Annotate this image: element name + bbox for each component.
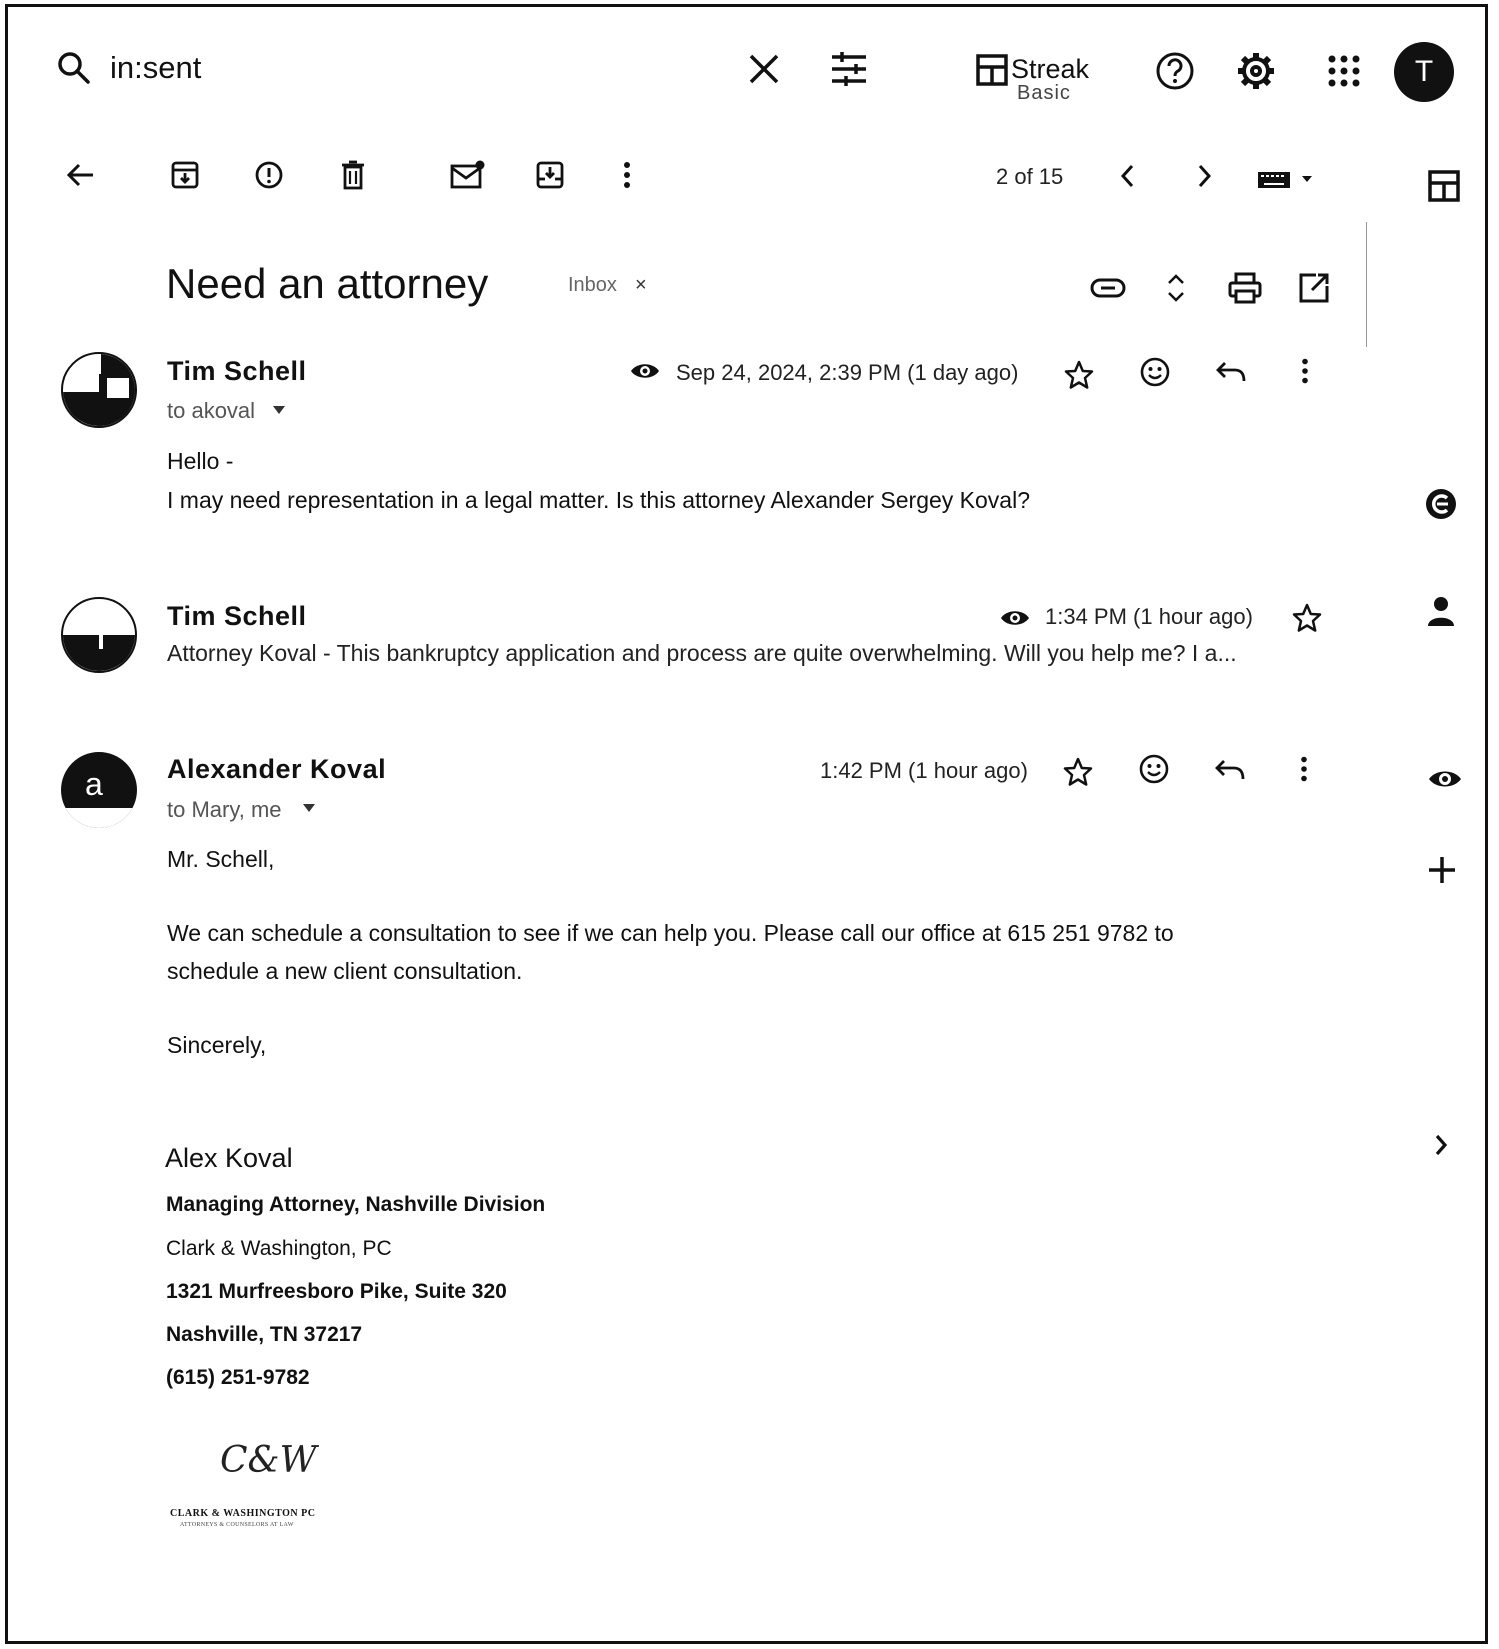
- streak-icon[interactable]: [976, 54, 1008, 86]
- chevron-down-icon[interactable]: [302, 803, 316, 813]
- open-new-window-icon[interactable]: [1298, 272, 1330, 304]
- message-body-line: I may need representation in a legal mat…: [167, 487, 1030, 513]
- trash-icon[interactable]: [340, 160, 366, 190]
- apps-grid-icon[interactable]: [1327, 54, 1361, 88]
- gmail-window: [5, 4, 1488, 1644]
- message-body-line: schedule a new client consultation.: [167, 958, 523, 984]
- more-vert-icon[interactable]: [622, 161, 632, 189]
- panel-divider: [1366, 222, 1367, 347]
- message-body-line: We can schedule a consultation to see if…: [167, 920, 1174, 946]
- account-avatar[interactable]: T: [1394, 42, 1454, 102]
- streak-panel-icon[interactable]: [1424, 487, 1458, 521]
- sender-avatar: [61, 597, 137, 673]
- star-icon[interactable]: [1292, 603, 1322, 633]
- emoji-icon[interactable]: [1138, 753, 1170, 785]
- signature-address-1: 1321 Murfreesboro Pike, Suite 320: [166, 1280, 507, 1303]
- link-icon[interactable]: [1090, 278, 1126, 298]
- tune-icon[interactable]: [830, 52, 868, 86]
- message-date: 1:34 PM (1 hour ago): [1045, 604, 1253, 629]
- chevron-down-icon[interactable]: [272, 405, 286, 415]
- signature-name: Alex Koval: [165, 1143, 293, 1173]
- message-sender[interactable]: Tim Schell: [167, 601, 307, 632]
- message-sender[interactable]: Tim Schell: [167, 356, 307, 387]
- chevron-right-icon[interactable]: [1434, 1134, 1448, 1156]
- person-icon[interactable]: [1426, 596, 1456, 628]
- sender-avatar: a: [61, 752, 137, 828]
- streak-plan-label: Basic: [1017, 82, 1071, 104]
- chevron-left-icon[interactable]: [1120, 164, 1136, 188]
- firm-logo-tagline: ATTORNEYS & COUNSELORS AT LAW: [180, 1522, 294, 1528]
- emoji-icon[interactable]: [1139, 356, 1171, 388]
- message-date: Sep 24, 2024, 2:39 PM (1 day ago): [676, 360, 1019, 385]
- archive-icon[interactable]: [170, 160, 200, 190]
- avatar-letter: a: [85, 766, 103, 802]
- message-body-line: Hello -: [167, 448, 234, 474]
- message-body-line: Mr. Schell,: [167, 846, 275, 872]
- star-icon[interactable]: [1064, 360, 1094, 390]
- chevron-right-icon[interactable]: [1196, 164, 1212, 188]
- arrow-left-icon[interactable]: [66, 162, 94, 188]
- reply-icon[interactable]: [1215, 360, 1247, 384]
- signature-phone: (615) 251-9782: [166, 1366, 310, 1389]
- mark-unread-icon[interactable]: [450, 160, 486, 190]
- more-vert-icon[interactable]: [1300, 358, 1310, 384]
- firm-logo-text: CLARK & WASHINGTON PC: [170, 1508, 316, 1519]
- layout-panel-icon[interactable]: [1428, 170, 1460, 202]
- label-remove-button[interactable]: ×: [635, 274, 647, 297]
- firm-logo-mark: C&W: [220, 1440, 317, 1481]
- gear-icon[interactable]: [1236, 51, 1276, 91]
- eye-icon[interactable]: [1428, 768, 1462, 790]
- signature-address-2: Nashville, TN 37217: [166, 1323, 363, 1346]
- star-icon[interactable]: [1063, 757, 1093, 787]
- eye-icon: [1000, 608, 1030, 628]
- thread-subject: Need an attorney: [166, 260, 489, 307]
- plus-icon[interactable]: [1428, 856, 1456, 884]
- report-icon[interactable]: [254, 160, 284, 190]
- more-vert-icon[interactable]: [1299, 756, 1309, 782]
- print-icon[interactable]: [1228, 272, 1262, 304]
- streak-label[interactable]: Streak: [1011, 56, 1089, 83]
- reply-icon[interactable]: [1214, 758, 1246, 782]
- recipients-line[interactable]: to akoval: [167, 398, 255, 424]
- message-snippet[interactable]: Attorney Koval - This bankruptcy applica…: [167, 640, 1237, 667]
- search-icon[interactable]: [56, 50, 92, 86]
- message-body-line: Sincerely,: [167, 1032, 267, 1058]
- search-input[interactable]: in:sent: [110, 50, 201, 86]
- unfold-icon[interactable]: [1166, 272, 1186, 304]
- message-sender[interactable]: Alexander Koval: [167, 754, 386, 785]
- signature-title: Managing Attorney, Nashville Division: [166, 1193, 546, 1216]
- message-date: 1:42 PM (1 hour ago): [820, 758, 1028, 783]
- signature-firm: Clark & Washington, PC: [166, 1237, 392, 1260]
- keyboard-icon[interactable]: [1258, 170, 1320, 190]
- recipients-line[interactable]: to Mary, me: [167, 797, 282, 823]
- help-icon[interactable]: [1155, 51, 1195, 91]
- eye-icon: [630, 361, 660, 381]
- label-chip[interactable]: Inbox: [568, 274, 617, 297]
- close-icon[interactable]: [748, 53, 780, 85]
- sender-avatar: [61, 352, 137, 428]
- move-to-icon[interactable]: [535, 160, 565, 190]
- page-count: 2 of 15: [996, 164, 1064, 189]
